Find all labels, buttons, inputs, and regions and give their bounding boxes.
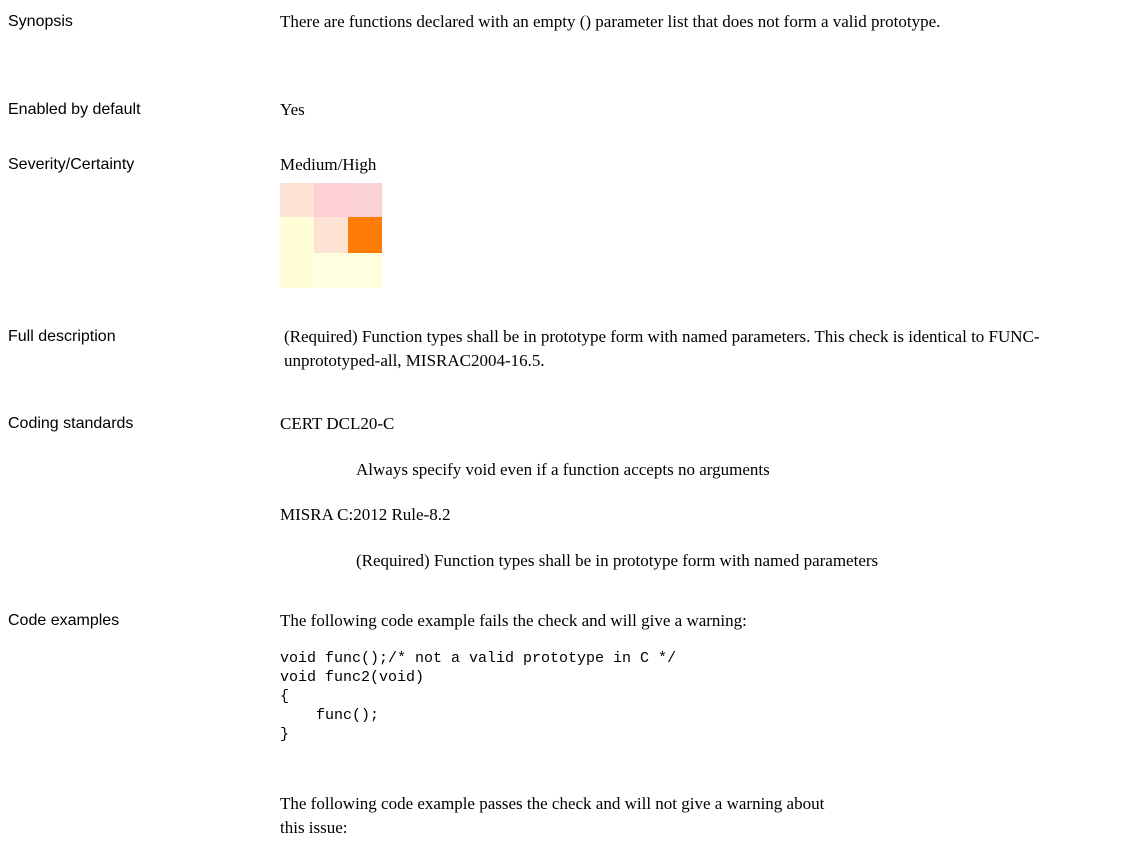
full-description-label: Full description [8,328,116,345]
severity-cell-active [348,217,382,253]
coding-standard-description: (Required) Function types shall be in pr… [356,551,879,570]
full-description-text: (Required) Function types shall be in pr… [284,327,1040,370]
severity-cell [280,183,314,217]
severity-cell [280,217,314,253]
coding-standard-name: CERT DCL20-C [280,414,395,433]
severity-certainty-matrix [280,183,382,288]
enabled-by-default-label: Enabled by default [8,101,141,118]
severity-cell [348,253,382,288]
fail-example-intro: The following code example fails the che… [280,611,747,630]
coding-standard-name: MISRA C:2012 Rule-8.2 [280,505,451,524]
synopsis-text: There are functions declared with an emp… [280,12,941,31]
severity-certainty-value: Medium/High [280,155,377,174]
severity-cell [314,183,348,217]
severity-cell [348,183,382,217]
code-examples-label: Code examples [8,612,120,629]
severity-cell [314,253,348,288]
fail-code-example: void func();/* not a valid prototype in … [280,650,677,743]
coding-standard-description: Always specify void even if a function a… [356,460,770,479]
enabled-by-default-value: Yes [280,100,305,119]
severity-certainty-label: Severity/Certainty [8,156,135,173]
severity-cell [314,217,348,253]
pass-example-intro: The following code example passes the ch… [280,794,825,837]
coding-standards-label: Coding standards [8,415,134,432]
synopsis-label: Synopsis [8,13,73,30]
severity-cell [280,253,314,288]
